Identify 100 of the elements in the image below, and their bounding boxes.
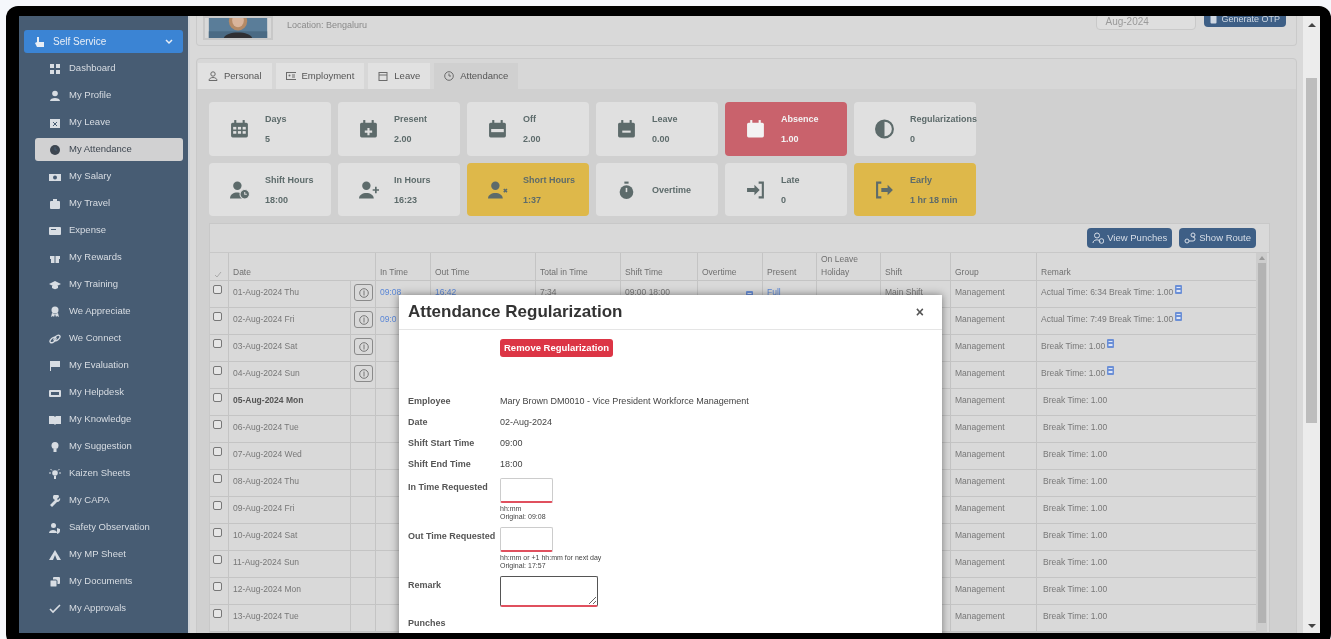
table-cell: 09-Aug-2024 Fri	[233, 503, 295, 513]
book-icon	[49, 413, 61, 426]
sidebar-item[interactable]: My Travel	[35, 192, 183, 215]
scrollbar[interactable]	[1303, 16, 1320, 633]
tab[interactable]: Employment	[275, 63, 365, 89]
info-button[interactable]	[354, 284, 373, 301]
sidebar-item[interactable]: My Profile	[35, 84, 183, 107]
column-header[interactable]: Shift Time	[625, 266, 663, 279]
sidebar-item[interactable]: My Approvals	[35, 597, 183, 620]
row-checkbox[interactable]	[213, 339, 222, 348]
section-label: Punches	[408, 618, 446, 628]
sidebar-item[interactable]: My Rewards	[35, 246, 183, 269]
tab[interactable]: Personal	[198, 63, 272, 89]
column-header[interactable]: Out Time	[435, 266, 470, 279]
column-header[interactable]: Total in Time	[540, 266, 588, 279]
column-header[interactable]: Group	[955, 266, 979, 279]
column-header[interactable]: Shift	[885, 266, 902, 279]
sidebar-item[interactable]: My Attendance	[35, 138, 183, 161]
scroll-down-icon[interactable]	[1307, 623, 1316, 629]
field-label: Shift End Time	[408, 459, 471, 469]
field-value: 02-Aug-2024	[500, 417, 553, 427]
field-label: In Time Requested	[408, 481, 489, 494]
table-cell: 7:34	[540, 287, 557, 297]
stat-value: 2.00	[394, 134, 413, 144]
table-cell-text: Break Time: 1.00	[1041, 367, 1106, 380]
sidebar-item[interactable]: Safety Observation	[35, 516, 183, 539]
card-icon	[49, 224, 61, 237]
sidebar-item[interactable]: My Leave	[35, 111, 183, 134]
user-icon	[208, 71, 218, 81]
table-cell: 12-Aug-2024 Mon	[233, 584, 302, 594]
suitcase-icon	[49, 197, 61, 210]
row-checkbox[interactable]	[213, 447, 222, 456]
user-clock-icon	[1092, 232, 1105, 244]
table-cell: Management	[955, 341, 1005, 351]
toolbar-button[interactable]: Show Route	[1179, 228, 1256, 248]
column-header[interactable]: Overtime	[702, 266, 737, 279]
row-checkbox[interactable]	[213, 582, 222, 591]
row-checkbox[interactable]	[213, 312, 222, 321]
location-text: Location: Bengaluru	[287, 19, 368, 32]
sidebar-item[interactable]: My Salary	[35, 165, 183, 188]
row-checkbox[interactable]	[213, 366, 222, 375]
sidebar-item[interactable]: My Evaluation	[35, 354, 183, 377]
table-scrollbar[interactable]	[1256, 253, 1267, 632]
field-label: Date	[408, 417, 428, 427]
sidebar-item[interactable]: We Appreciate	[35, 300, 183, 323]
grid-icon	[49, 62, 61, 75]
tab[interactable]: Leave	[368, 63, 431, 89]
table-cell: Management	[955, 584, 1005, 594]
row-checkbox[interactable]	[213, 285, 222, 294]
row-checkbox[interactable]	[213, 555, 222, 564]
sidebar-item[interactable]: Dashboard	[35, 57, 183, 80]
sidebar-item[interactable]: My MP Sheet	[35, 543, 183, 566]
column-header[interactable]: In Time	[380, 266, 408, 279]
sidebar-item[interactable]: My Helpdesk	[35, 381, 183, 404]
column-header[interactable]: On Leave Holiday	[821, 253, 871, 279]
route-icon	[1184, 232, 1197, 244]
sidebar-item[interactable]: Expense	[35, 219, 183, 242]
close-button[interactable]: ×	[915, 305, 924, 319]
table-cell-text: Break Time: 1.00	[1043, 394, 1108, 407]
info-button[interactable]	[354, 338, 373, 355]
info-button[interactable]	[354, 311, 373, 328]
scroll-up-icon[interactable]	[1307, 22, 1316, 28]
sidebar-item[interactable]: My Documents	[35, 570, 183, 593]
row-checkbox[interactable]	[213, 474, 222, 483]
sidebar-item[interactable]: My Suggestion	[35, 435, 183, 458]
info-button[interactable]	[354, 365, 373, 382]
time-input-field[interactable]	[500, 478, 553, 503]
row-checkbox[interactable]	[213, 609, 222, 618]
graduation-cap-icon	[49, 278, 61, 291]
table-cell: 10-Aug-2024 Sat	[233, 530, 298, 540]
table-cell: Management	[955, 557, 1005, 567]
time-input-field[interactable]	[500, 527, 553, 552]
half-circle-icon	[875, 119, 895, 139]
generate-otp-button[interactable]: Generate OTP	[1204, 16, 1286, 27]
table-cell: Management	[955, 611, 1005, 621]
column-header[interactable]: Date	[233, 266, 251, 279]
user-plus-icon	[359, 179, 379, 200]
sidebar-item[interactable]: We Connect	[35, 327, 183, 350]
row-checkbox[interactable]	[213, 501, 222, 510]
tab[interactable]: Attendance	[434, 63, 519, 89]
user-icon	[49, 89, 61, 102]
scroll-thumb[interactable]	[1257, 263, 1266, 623]
column-header[interactable]: Remark	[1041, 266, 1071, 279]
scroll-thumb[interactable]	[1306, 78, 1317, 423]
sidebar-item[interactable]: My Training	[35, 273, 183, 296]
sidebar-item[interactable]: Kaizen Sheets	[35, 462, 183, 485]
calendar-icon	[230, 119, 250, 139]
row-checkbox[interactable]	[213, 420, 222, 429]
field-value: 09:00	[500, 438, 523, 448]
remove-regularization-button[interactable]: Remove Regularization	[500, 339, 614, 358]
row-checkbox[interactable]	[213, 528, 222, 537]
modal-title: Attendance Regularization	[408, 301, 624, 324]
sidebar-item[interactable]: My CAPA	[35, 489, 183, 512]
column-header[interactable]: Present	[767, 266, 797, 279]
section-header[interactable]: Self Service	[24, 30, 183, 53]
table-cell-text: Break Time: 1.00	[1043, 448, 1108, 461]
row-checkbox[interactable]	[213, 393, 222, 402]
remark-field[interactable]	[500, 576, 598, 607]
sidebar-item[interactable]: My Knowledge	[35, 408, 183, 431]
toolbar-button[interactable]: View Punches	[1087, 228, 1173, 248]
